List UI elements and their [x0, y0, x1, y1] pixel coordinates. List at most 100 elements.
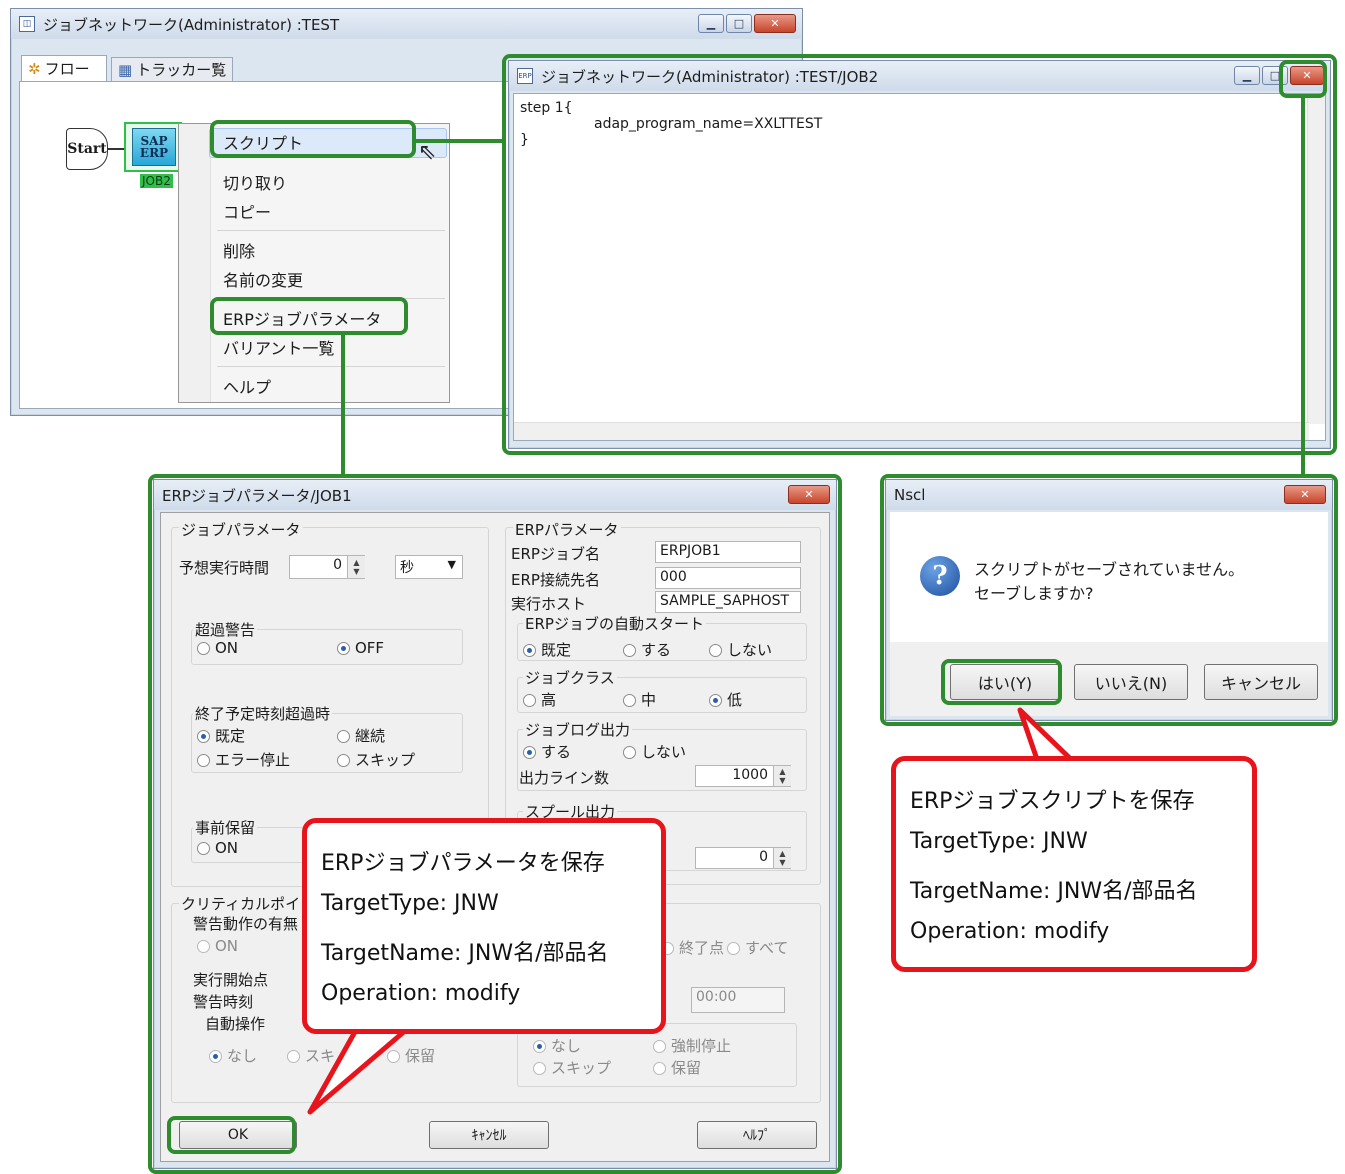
nscl-dialog-body: ? スクリプトがセーブされていません。 セーブしますか?: [890, 512, 1328, 642]
log-no-radio[interactable]: しない: [623, 741, 686, 762]
menu-separator: [217, 366, 445, 367]
exec-host-input[interactable]: SAMPLE_SAPHOST: [655, 591, 801, 613]
erp-job-name-input[interactable]: ERPJOB1: [655, 541, 801, 563]
menu-item-help[interactable]: ヘルプ: [223, 374, 271, 398]
minimize-button[interactable]: ▁: [698, 14, 724, 33]
autostart-no-radio[interactable]: しない: [709, 639, 772, 660]
act-skip-radio[interactable]: スキップ: [533, 1057, 611, 1078]
highlight-erp-params-item: [210, 297, 408, 335]
tab-flow[interactable]: ✲ フロー: [21, 55, 107, 81]
job-icon-text-bottom: ERP: [139, 146, 169, 160]
chevron-down-icon: ▼: [447, 558, 456, 571]
exec-start-label: 実行開始点: [193, 971, 269, 989]
autostart-label: ERPジョブの自動スタート: [523, 613, 706, 634]
start-node-label: Start: [67, 141, 107, 157]
overrun-off-radio[interactable]: OFF: [337, 639, 384, 657]
context-menu: スクリプト 切り取り コピー 削除 名前の変更 ERPジョブパラメータ バリアン…: [178, 123, 450, 403]
tab-flow-label: フロー: [44, 60, 90, 78]
no-button[interactable]: いいえ(N): [1074, 664, 1188, 700]
job-log-label: ジョブログ出力: [523, 719, 633, 740]
warn-time-input[interactable]: 00:00: [691, 987, 785, 1013]
maximize-button[interactable]: □: [726, 14, 752, 33]
mouse-cursor-icon: ⇖: [418, 140, 437, 165]
act-none-radio[interactable]: なし: [533, 1035, 581, 1056]
flow-tab-icon: ✲: [28, 59, 41, 78]
end-skip-radio[interactable]: スキップ: [337, 749, 415, 770]
expected-time-stepper[interactable]: ▲ ▼: [347, 556, 365, 578]
start-node[interactable]: Start: [66, 128, 108, 170]
job-params-label: ジョブパラメータ: [179, 519, 303, 540]
script-window-titlebar: ERP ジョブネットワーク(Administrator) :TEST/JOB2: [509, 61, 1330, 91]
nscl-message-line2: セーブしますか?: [974, 584, 1094, 603]
cancel-button[interactable]: ｷｬﾝｾﾙ: [429, 1121, 549, 1149]
class-high-radio[interactable]: 高: [523, 689, 556, 710]
callout-params-line1: ERPジョブパラメータを保存: [321, 851, 605, 876]
connector-params: [341, 335, 345, 475]
callout-script-line1: ERPジョブスクリプトを保存: [910, 789, 1195, 814]
highlight-yes-button: [941, 659, 1062, 705]
highlight-script-item: [210, 120, 416, 158]
erp-dest-input[interactable]: 000: [655, 567, 801, 589]
tracker-tab-icon: ▦: [118, 60, 133, 79]
autostart-yes-radio[interactable]: する: [623, 639, 671, 660]
time-unit-value: 秒: [400, 560, 414, 576]
act-force-radio[interactable]: 強制停止: [653, 1035, 731, 1056]
overrun-on-radio[interactable]: ON: [197, 639, 238, 657]
warn-time-label: 警告時刻: [193, 993, 254, 1011]
warn-action-label: 警告動作の有無: [193, 915, 299, 933]
menu-item-cut[interactable]: 切り取り: [223, 170, 287, 194]
job-class-label: ジョブクラス: [523, 667, 617, 688]
output-lines-stepper[interactable]: ▲ ▼: [773, 766, 791, 786]
horizontal-scrollbar[interactable]: [514, 422, 1309, 440]
help-button[interactable]: ﾍﾙﾌﾟ: [697, 1121, 817, 1149]
sap-erp-job-icon[interactable]: SAP ERP: [132, 128, 176, 166]
script-window-title: ジョブネットワーク(Administrator) :TEST/JOB2: [541, 67, 879, 86]
all-radio[interactable]: すべて: [727, 937, 788, 958]
hold-on-radio[interactable]: ON: [197, 839, 238, 857]
end-default-radio[interactable]: 既定: [197, 725, 245, 746]
close-button[interactable]: ✕: [1284, 485, 1326, 504]
nscl-message-line1: スクリプトがセーブされていません。: [974, 560, 1245, 579]
script-line-3: }: [520, 132, 529, 148]
auto-op-label: 自動操作: [205, 1015, 266, 1033]
end-continue-radio[interactable]: 継続: [337, 725, 385, 746]
hold-label: 事前保留: [193, 817, 258, 838]
minimize-button[interactable]: ▁: [1234, 66, 1260, 85]
auto-none-radio[interactable]: なし: [209, 1045, 257, 1066]
class-mid-radio[interactable]: 中: [623, 689, 656, 710]
autostart-default-radio[interactable]: 既定: [523, 639, 571, 660]
script-window: ERP ジョブネットワーク(Administrator) :TEST/JOB2 …: [508, 60, 1331, 449]
class-low-radio[interactable]: 低: [709, 689, 742, 710]
close-button[interactable]: ✕: [754, 14, 796, 33]
spool-stepper[interactable]: ▲ ▼: [773, 848, 791, 868]
script-line-2: adap_program_name=XXLTTEST: [594, 116, 823, 132]
callout-save-erp-params: ERPジョブパラメータを保存 TargetType: JNW TargetNam…: [302, 818, 666, 1034]
close-button[interactable]: ✕: [788, 485, 830, 504]
callout-script-line2: TargetType: JNW: [910, 829, 1088, 854]
menu-separator: [217, 230, 445, 231]
time-unit-select[interactable]: 秒 ▼: [395, 555, 463, 579]
end-point-radio[interactable]: 終了点: [661, 937, 724, 958]
callout-params-line4: Operation: modify: [321, 981, 521, 1006]
question-icon: ?: [920, 556, 960, 596]
highlight-ok-button: [167, 1116, 296, 1154]
callout-save-erp-script: ERPジョブスクリプトを保存 TargetType: JNW TargetNam…: [891, 756, 1257, 972]
vertical-scrollbar[interactable]: [1307, 94, 1325, 424]
menu-item-copy[interactable]: コピー: [223, 199, 271, 223]
menu-item-delete[interactable]: 削除: [223, 238, 255, 262]
connector-close: [1301, 98, 1305, 476]
tab-tracker-label: トラッカー覧: [136, 61, 227, 79]
menu-item-rename[interactable]: 名前の変更: [223, 267, 303, 291]
log-yes-radio[interactable]: する: [523, 741, 571, 762]
tab-tracker[interactable]: ▦ トラッカー覧: [111, 57, 233, 81]
menu-item-variant-list[interactable]: バリアント一覧: [223, 335, 334, 359]
act-hold-radio[interactable]: 保留: [653, 1057, 701, 1078]
erp-icon: ERP: [517, 68, 533, 84]
end-error-radio[interactable]: エラー停止: [197, 749, 290, 770]
erp-job-name-label: ERPジョブ名: [511, 545, 600, 563]
script-editor[interactable]: step 1{ adap_program_name=XXLTTEST }: [513, 93, 1326, 441]
cancel-button[interactable]: キャンセル: [1204, 664, 1318, 700]
nscl-dialog-title: Nscl: [894, 486, 926, 504]
warn-on-radio[interactable]: ON: [197, 937, 238, 955]
callout-params-line2: TargetType: JNW: [321, 891, 499, 916]
